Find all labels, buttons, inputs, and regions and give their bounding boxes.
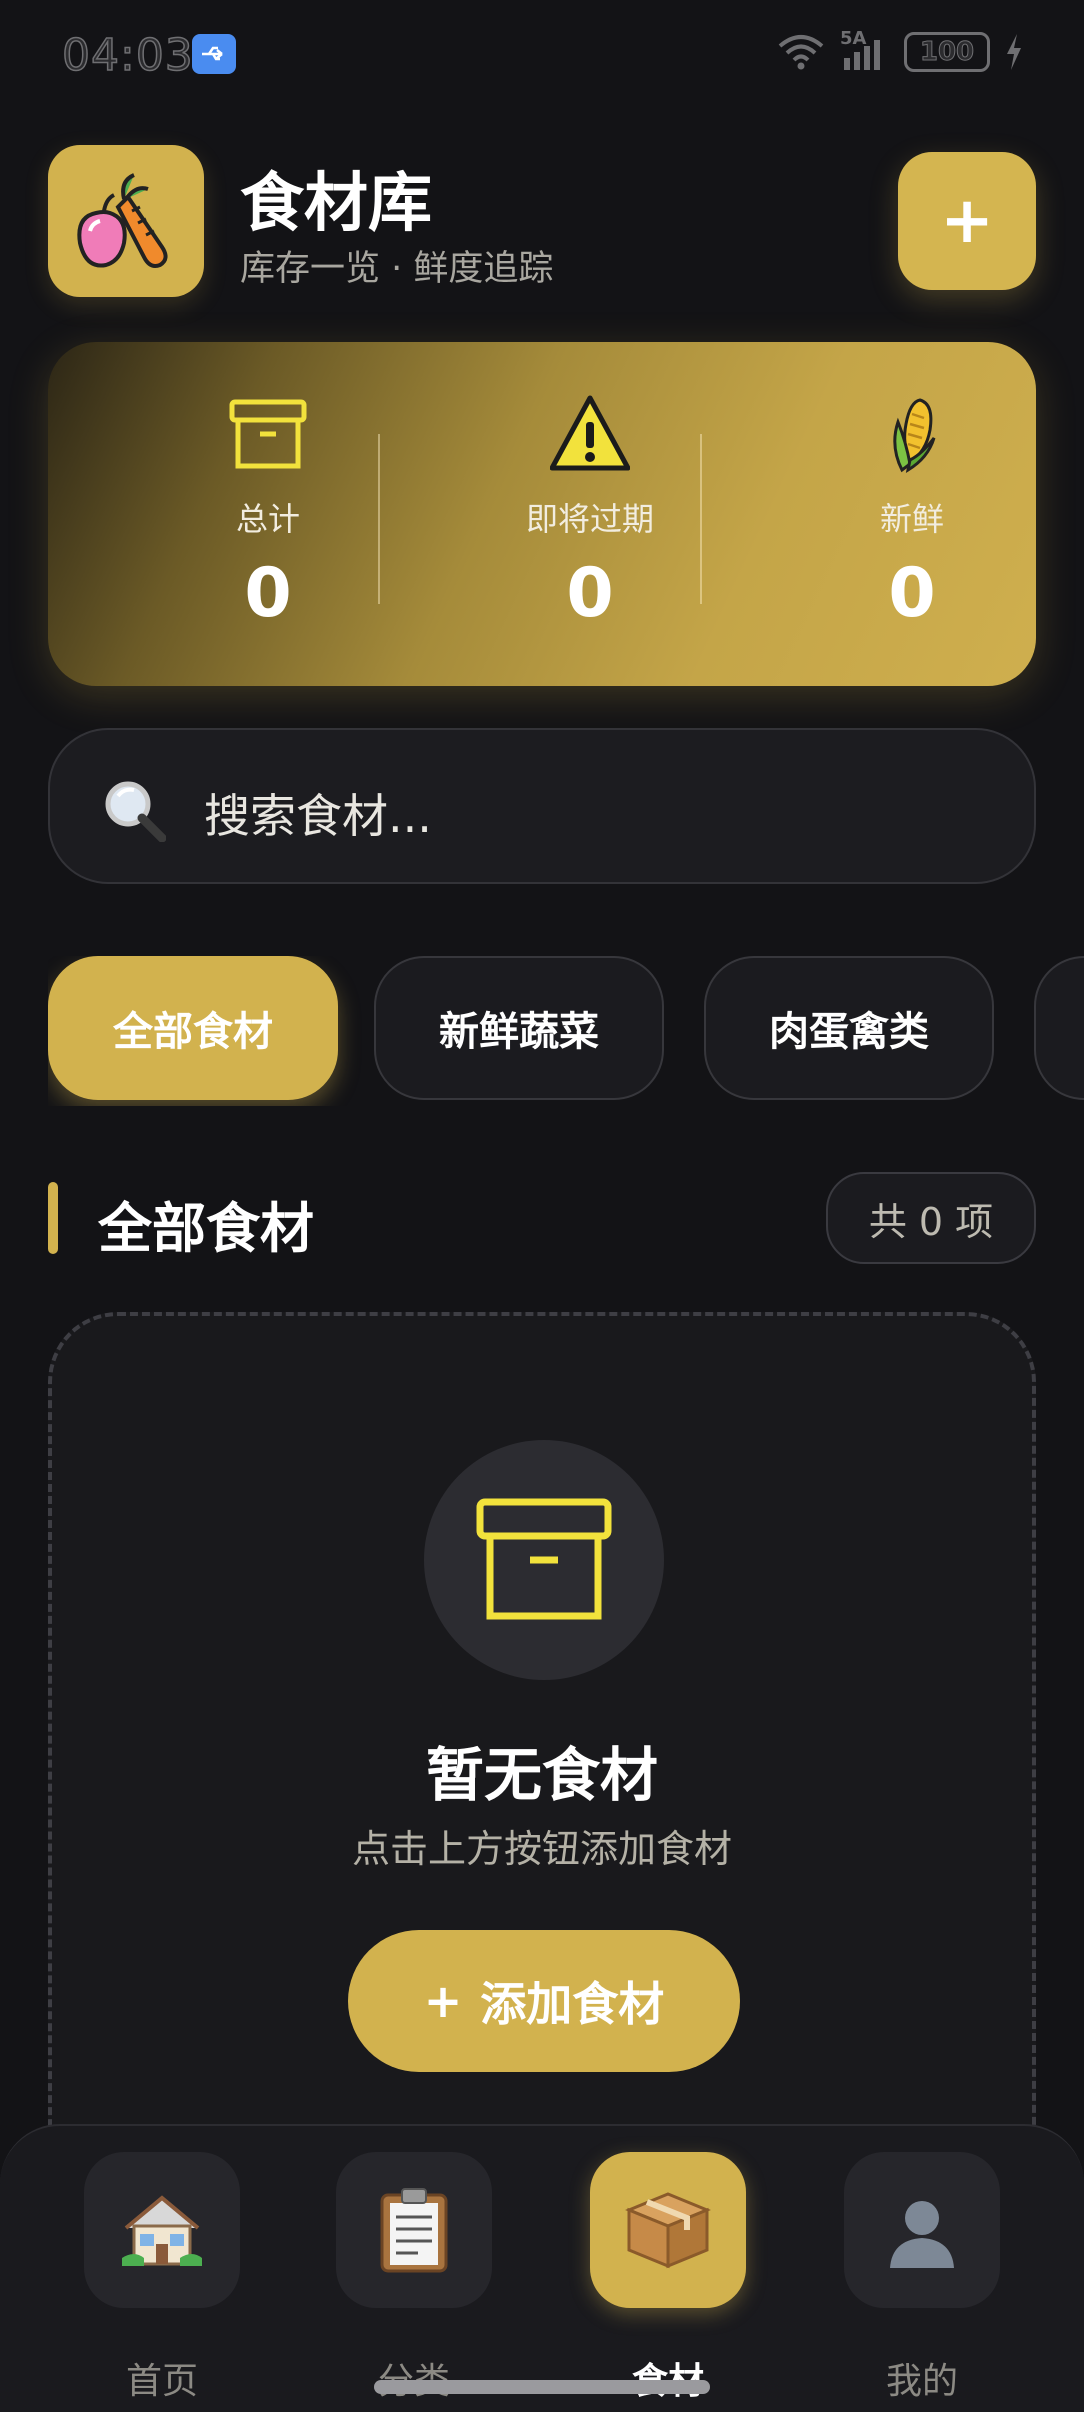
corn-icon (893, 398, 936, 474)
search-input[interactable]: 搜索食材... (48, 728, 1036, 884)
add-ingredient-cta-button[interactable]: + 添加食材 (348, 1930, 740, 2072)
warning-icon (550, 395, 630, 471)
search-icon (105, 781, 166, 842)
wifi-icon (778, 35, 824, 70)
box-icon (476, 1498, 612, 1620)
nav-item-home[interactable]: 首页 (82, 2152, 242, 2402)
empty-state-illustration (424, 1440, 664, 1680)
stat-value: 0 (244, 554, 292, 633)
section-title: 全部食材 (98, 1197, 314, 1260)
category-tabs: 全部食材 新鲜蔬菜 肉蛋禽类 (48, 956, 1084, 1106)
status-bar: 04:03 5A 100 (0, 0, 1084, 110)
category-chip-vegetables[interactable]: 新鲜蔬菜 (374, 956, 664, 1100)
nav-label: 食材 (588, 2352, 748, 2404)
app-logo (48, 145, 204, 297)
fruit-vegetable-icon (77, 173, 168, 268)
search-placeholder: 搜索食材... (204, 789, 432, 843)
status-indicators: 5A 100 (776, 28, 1024, 72)
nav-item-ingredients[interactable]: 食材 (588, 2152, 748, 2402)
package-icon (625, 2192, 711, 2269)
page-subtitle: 库存一览 · 鲜度追踪 (240, 249, 554, 289)
user-icon (890, 2201, 954, 2268)
stat-total: 总计 0 (118, 342, 418, 686)
stat-fresh: 新鲜 0 (762, 342, 1062, 686)
add-ingredient-label: 添加食材 (480, 1977, 665, 2031)
category-chip-all[interactable]: 全部食材 (48, 956, 338, 1100)
nav-tile (336, 2152, 492, 2308)
section-accent-bar (48, 1182, 58, 1254)
house-icon (122, 2195, 202, 2266)
plus-icon: + (423, 1974, 463, 2028)
category-chip-more[interactable] (1034, 956, 1084, 1100)
stat-divider (700, 434, 702, 604)
stat-label: 总计 (235, 500, 300, 538)
stats-card: 总计 0 即将过期 0 新鲜 0 (48, 342, 1036, 686)
page-title: 食材库 (240, 167, 432, 241)
status-time: 04:03 (61, 29, 194, 82)
stat-divider (378, 434, 380, 604)
category-chip-meat-egg[interactable]: 肉蛋禽类 (704, 956, 994, 1100)
charging-icon (1007, 34, 1021, 70)
usb-icon (192, 34, 236, 74)
nav-tile (844, 2152, 1000, 2308)
bottom-nav: 首页 分类 食材 (0, 2124, 1084, 2412)
stat-label: 新鲜 (879, 500, 944, 538)
clipboard-icon (380, 2188, 448, 2273)
add-ingredient-button[interactable]: + (898, 152, 1036, 290)
empty-state-title: 暂无食材 (425, 1741, 658, 1809)
empty-state-subtitle: 点击上方按钮添加食材 (351, 1827, 732, 1871)
stat-expiring: 即将过期 0 (440, 342, 740, 686)
nav-item-categories[interactable]: 分类 (334, 2152, 494, 2402)
item-count-badge: 共 0 项 (826, 1172, 1036, 1264)
stat-label: 即将过期 (525, 500, 654, 538)
battery-indicator: 100 (904, 32, 990, 72)
cellular-signal-icon: 5A (840, 28, 890, 72)
nav-tile (84, 2152, 240, 2308)
nav-item-profile[interactable]: 我的 (842, 2152, 1002, 2402)
nav-label: 分类 (334, 2352, 494, 2404)
home-indicator[interactable] (374, 2380, 710, 2394)
nav-label: 首页 (125, 2361, 198, 2402)
nav-label: 我的 (885, 2361, 958, 2402)
nav-tile (590, 2152, 746, 2308)
stat-value: 0 (888, 554, 936, 633)
stat-value: 0 (566, 554, 614, 633)
box-icon (229, 399, 307, 469)
